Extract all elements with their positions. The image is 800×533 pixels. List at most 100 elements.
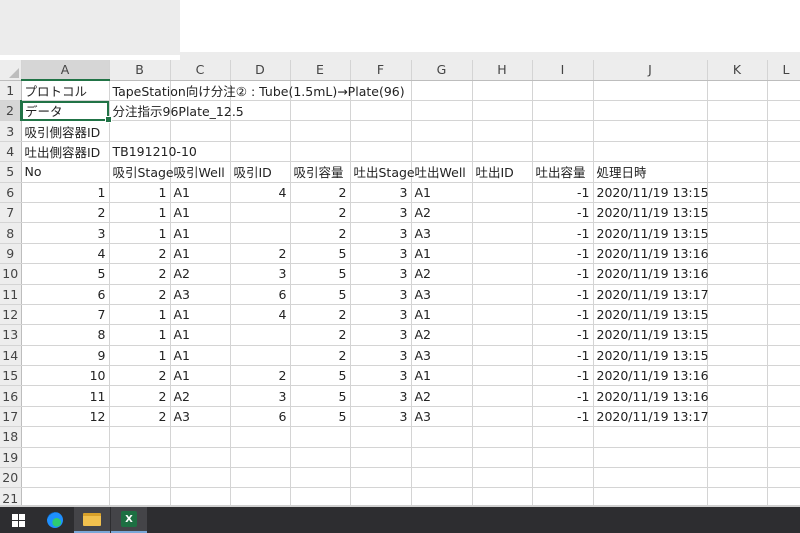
cell-e17[interactable]: 5 [290, 406, 351, 428]
cell-f17[interactable]: 3 [350, 406, 412, 428]
cell-c15[interactable]: A1 [170, 365, 231, 387]
column-header-b[interactable]: B [109, 60, 171, 81]
cell-h9[interactable] [472, 243, 533, 265]
edge-browser-icon[interactable] [37, 507, 73, 533]
cell-c3[interactable] [170, 120, 231, 142]
cell-i8[interactable]: -1 [532, 222, 594, 244]
column-header-c[interactable]: C [170, 60, 231, 81]
cell-i14[interactable]: -1 [532, 345, 594, 367]
cell-g2[interactable] [411, 100, 473, 122]
cell-l9[interactable] [767, 243, 800, 265]
cell-j4[interactable] [593, 141, 708, 163]
cell-g17[interactable]: A3 [411, 406, 473, 428]
row-header-4[interactable]: 4 [0, 141, 22, 163]
row-header-8[interactable]: 8 [0, 222, 22, 244]
cell-k9[interactable] [707, 243, 768, 265]
cell-a11[interactable]: 6 [21, 284, 110, 305]
select-all-button[interactable] [0, 60, 22, 81]
cell-k21[interactable] [707, 487, 768, 505]
row-header-18[interactable]: 18 [0, 426, 22, 448]
cell-f4[interactable] [350, 141, 412, 163]
cell-e6[interactable]: 2 [290, 182, 351, 203]
cell-l3[interactable] [767, 120, 800, 142]
cell-k1[interactable] [707, 80, 768, 101]
cell-l19[interactable] [767, 447, 800, 469]
cell-j20[interactable] [593, 467, 708, 489]
cell-e15[interactable]: 5 [290, 365, 351, 387]
row-header-13[interactable]: 13 [0, 324, 22, 346]
cell-i1[interactable] [532, 80, 594, 101]
cell-b19[interactable] [109, 447, 171, 469]
column-header-a[interactable]: A [21, 60, 110, 81]
cell-e21[interactable] [290, 487, 351, 505]
row-header-20[interactable]: 20 [0, 467, 22, 489]
cell-g14[interactable]: A3 [411, 345, 473, 367]
cell-g11[interactable]: A3 [411, 284, 473, 305]
cell-c20[interactable] [170, 467, 231, 489]
cell-a21[interactable] [21, 487, 110, 505]
cell-c19[interactable] [170, 447, 231, 469]
cell-i18[interactable] [532, 426, 594, 448]
cell-a8[interactable]: 3 [21, 222, 110, 244]
cell-h10[interactable] [472, 263, 533, 285]
column-header-f[interactable]: F [350, 60, 412, 81]
cell-b3[interactable] [109, 120, 171, 142]
cell-h21[interactable] [472, 487, 533, 505]
cell-j16[interactable]: 2020/11/19 13:16 [593, 385, 709, 407]
cell-i3[interactable] [532, 120, 594, 142]
cell-k10[interactable] [707, 263, 768, 285]
cell-l8[interactable] [767, 222, 800, 244]
cell-h16[interactable] [472, 385, 533, 407]
cell-j9[interactable]: 2020/11/19 13:16 [593, 243, 709, 265]
cell-f3[interactable] [350, 120, 412, 142]
cell-h7[interactable] [472, 202, 533, 224]
cell-h19[interactable] [472, 447, 533, 469]
cell-d10[interactable]: 3 [230, 263, 291, 285]
row-header-2[interactable]: 2 [0, 100, 22, 122]
cell-c16[interactable]: A2 [170, 385, 231, 407]
cell-h3[interactable] [472, 120, 533, 142]
cell-l21[interactable] [767, 487, 800, 505]
cell-d12[interactable]: 4 [230, 304, 291, 326]
cell-c12[interactable]: A1 [170, 304, 231, 326]
cell-g7[interactable]: A2 [411, 202, 473, 224]
cell-k14[interactable] [707, 345, 768, 367]
cell-f18[interactable] [350, 426, 412, 448]
row-header-15[interactable]: 15 [0, 365, 22, 387]
cell-g20[interactable] [411, 467, 473, 489]
cell-b6[interactable]: 1 [109, 182, 171, 203]
cell-k6[interactable] [707, 182, 768, 203]
cell-h12[interactable] [472, 304, 533, 326]
cell-f16[interactable]: 3 [350, 385, 412, 407]
cell-b2[interactable]: 分注指示96Plate_12.5 [109, 100, 244, 122]
cell-b8[interactable]: 1 [109, 222, 171, 244]
cell-h1[interactable] [472, 80, 533, 101]
cell-e2[interactable] [290, 100, 351, 122]
cell-h14[interactable] [472, 345, 533, 367]
cell-k18[interactable] [707, 426, 768, 448]
cell-f11[interactable]: 3 [350, 284, 412, 305]
cell-e13[interactable]: 2 [290, 324, 351, 346]
cell-h4[interactable] [472, 141, 533, 163]
cell-d20[interactable] [230, 467, 291, 489]
cell-l16[interactable] [767, 385, 800, 407]
column-header-l[interactable]: L [767, 60, 800, 81]
row-header-1[interactable]: 1 [0, 80, 22, 101]
cell-k15[interactable] [707, 365, 768, 387]
cell-k8[interactable] [707, 222, 768, 244]
cell-h15[interactable] [472, 365, 533, 387]
cell-h13[interactable] [472, 324, 533, 346]
cell-i7[interactable]: -1 [532, 202, 594, 224]
cell-c8[interactable]: A1 [170, 222, 231, 244]
cell-l18[interactable] [767, 426, 800, 448]
cell-j7[interactable]: 2020/11/19 13:15 [593, 202, 709, 224]
cell-i13[interactable]: -1 [532, 324, 594, 346]
cell-a5[interactable]: No [21, 161, 110, 183]
cell-j11[interactable]: 2020/11/19 13:17 [593, 284, 709, 305]
cell-k5[interactable] [707, 161, 768, 183]
cell-a7[interactable]: 2 [21, 202, 110, 224]
cell-b18[interactable] [109, 426, 171, 448]
cell-e20[interactable] [290, 467, 351, 489]
cell-j3[interactable] [593, 120, 708, 142]
cell-h11[interactable] [472, 284, 533, 305]
